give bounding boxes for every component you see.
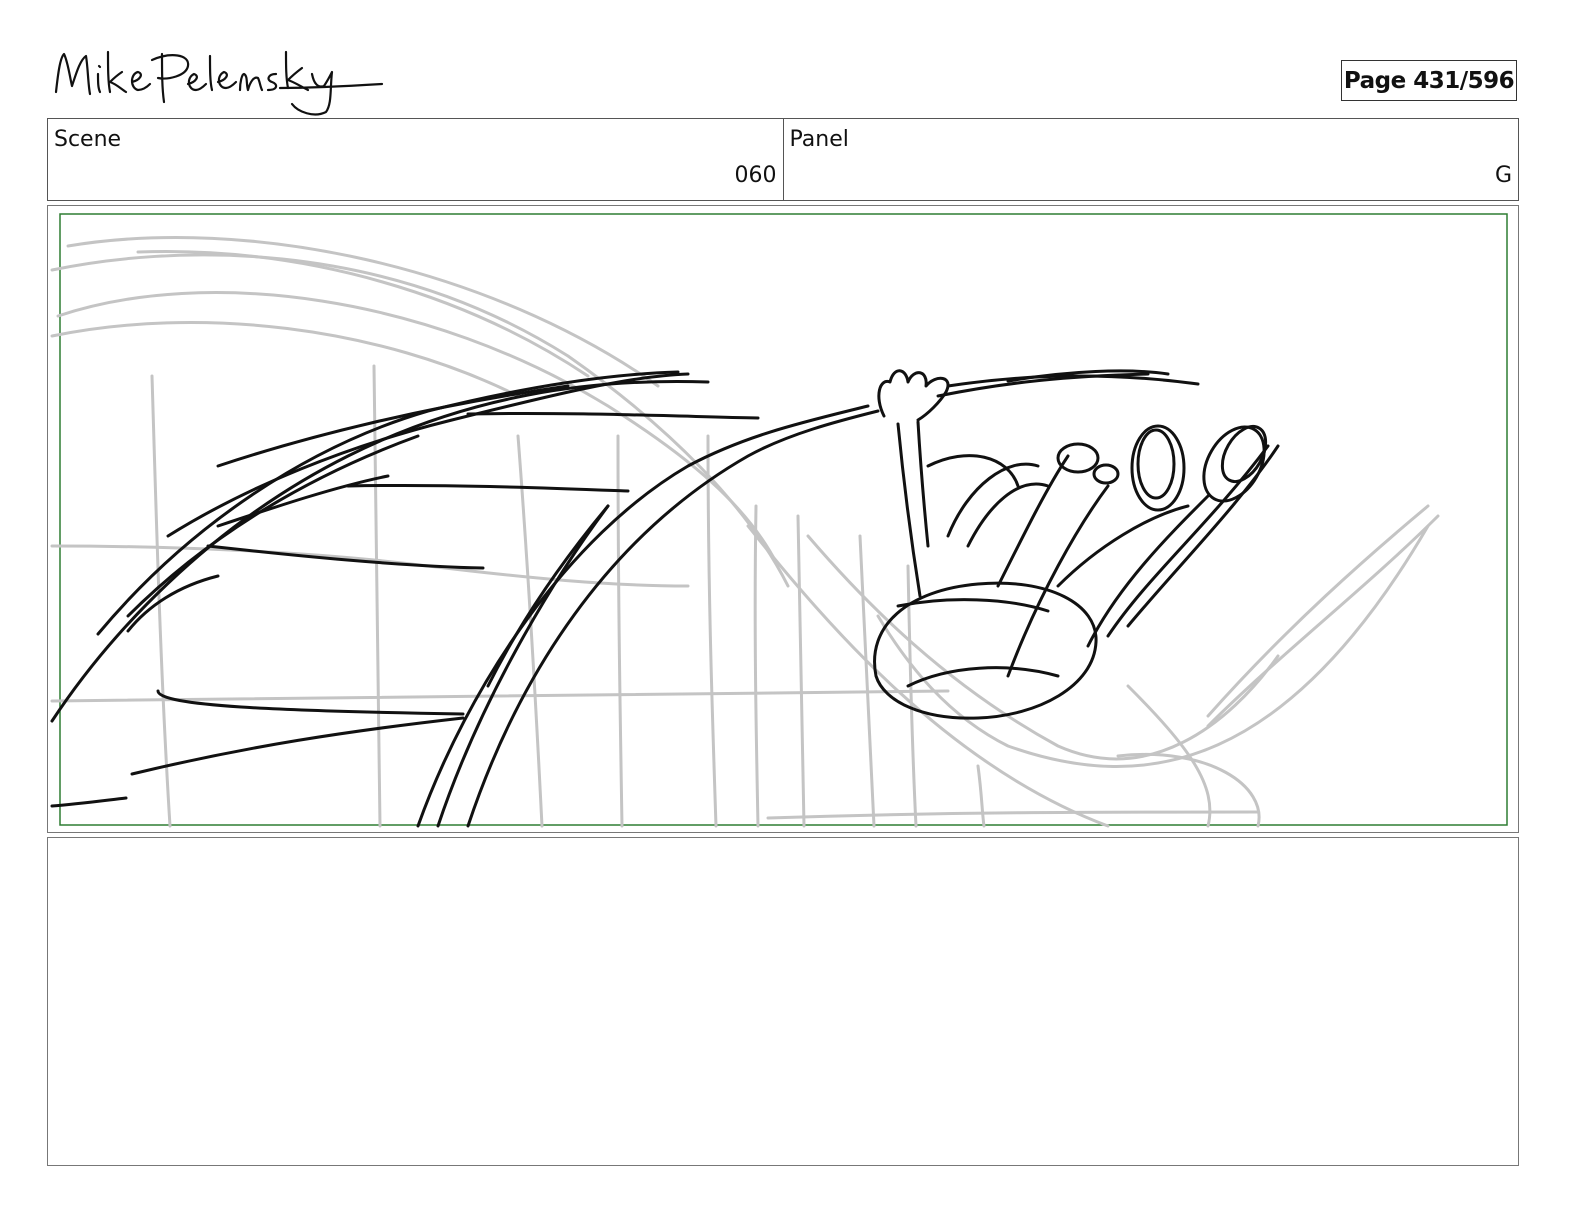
signature-logo [54,50,384,116]
notes-area [47,837,1519,1166]
sketch-drawing [50,213,1508,828]
scene-panel-header: Scene 060 Panel G [47,118,1519,201]
page-number-badge: Page 431/596 [1341,60,1517,101]
scene-number: 060 [734,163,777,188]
panel-label: Panel [789,127,849,152]
storyboard-panel-frame [47,205,1519,833]
scene-cell: Scene 060 [48,119,783,200]
panel-letter: G [1494,163,1512,188]
panel-cell: Panel G [782,119,1519,200]
scene-label: Scene [54,127,122,152]
